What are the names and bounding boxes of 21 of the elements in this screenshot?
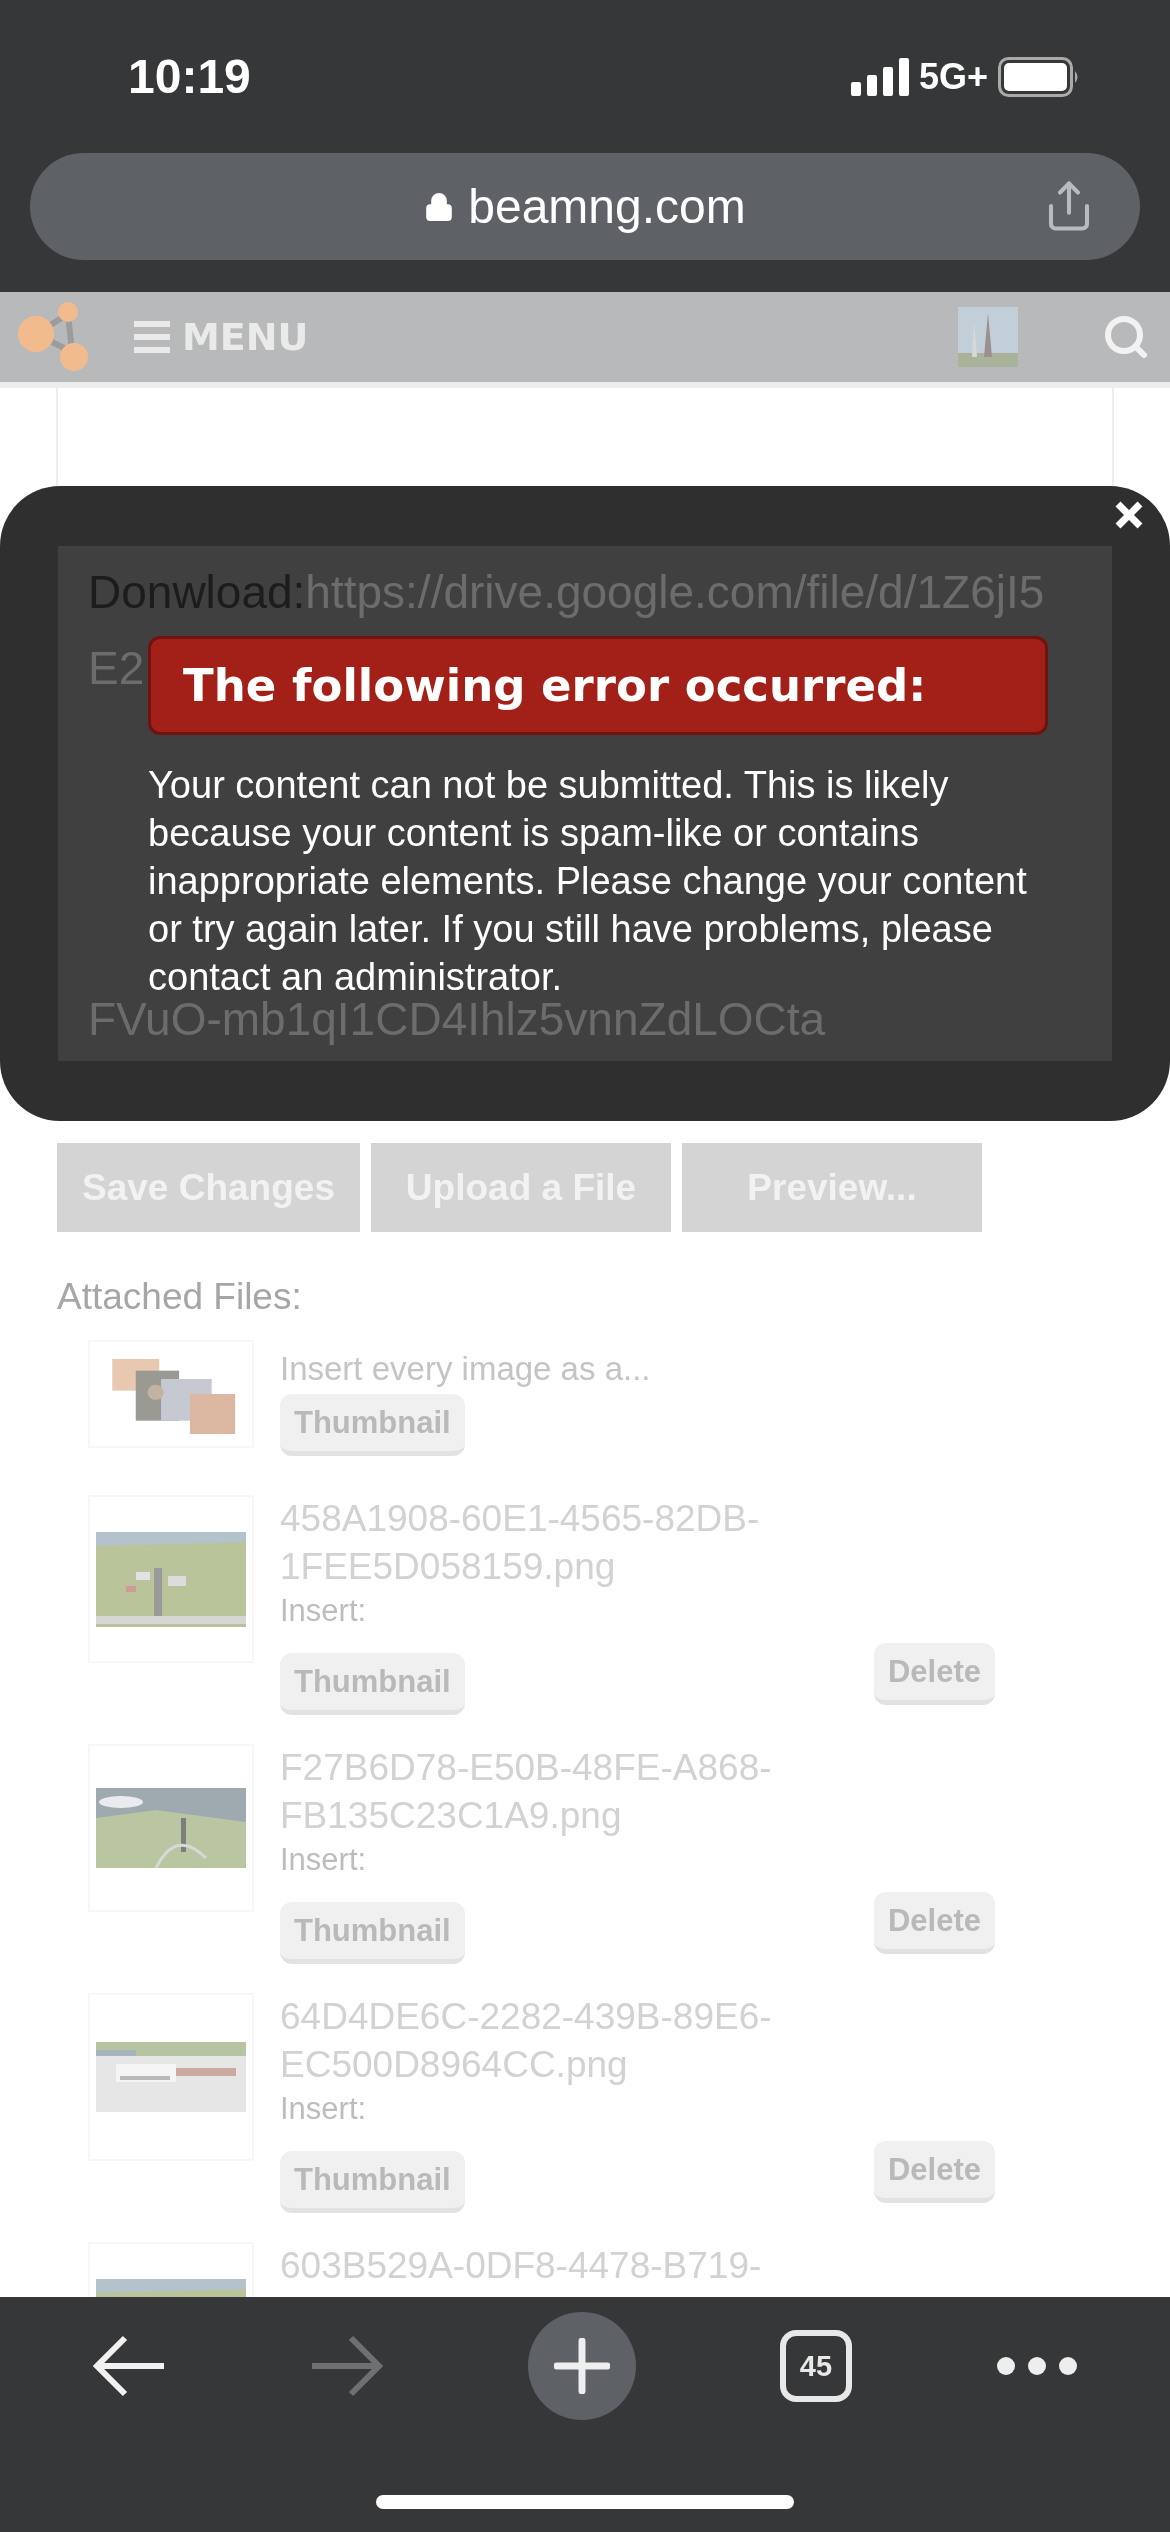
- logo-icon: [16, 300, 90, 374]
- section-heading: Attached Files:: [57, 1276, 303, 1318]
- insert-all-label: Insert every image as a...: [280, 1350, 652, 1388]
- back-icon[interactable]: [92, 2333, 166, 2399]
- battery-icon: [998, 56, 1080, 97]
- more-icon[interactable]: [996, 2356, 1078, 2376]
- close-icon[interactable]: [1114, 500, 1144, 530]
- url-text: beamng.com: [468, 179, 746, 234]
- lock-icon: [424, 191, 455, 222]
- address-bar[interactable]: beamng.com: [30, 153, 1140, 260]
- signal-icon: [850, 57, 909, 96]
- network-type: 5G+: [918, 55, 988, 98]
- error-banner: The following error occurred:: [148, 636, 1048, 735]
- insert-label: Insert:: [280, 1841, 368, 1879]
- plus-icon: [554, 2338, 610, 2394]
- tabs-button[interactable]: 45: [780, 2330, 852, 2402]
- status-time: 10:19: [128, 49, 251, 104]
- menu-icon: [134, 321, 170, 353]
- insert-label: Insert:: [280, 2090, 368, 2128]
- insert-label: Insert:: [280, 1592, 368, 1630]
- error-message: Your content can not be submitted. This is likely because your content is spam-like or contains inappropriate elements. Please change your content or try again later. If you still have problems, please contact an administrator.: [148, 763, 1028, 1000]
